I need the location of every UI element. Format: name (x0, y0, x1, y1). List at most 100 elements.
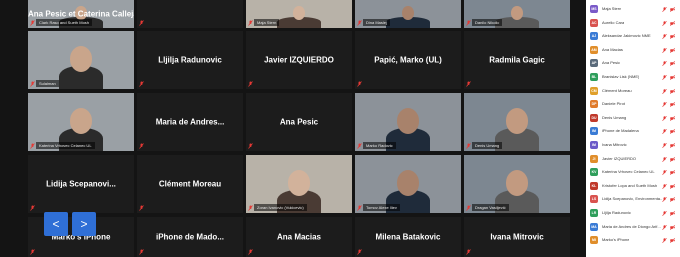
participant-name: Lidija Scepanovi... (46, 179, 116, 189)
muted-mic-icon (139, 81, 144, 87)
participant-list-item[interactable]: IM iPhone de Madalena (586, 126, 680, 137)
participant-caption: Tomov Alexe Iliev (363, 204, 400, 211)
participant-tile[interactable]: Dragan Vasiljević (464, 155, 570, 213)
participant-list-name: Maja Stern (602, 6, 622, 11)
avatar: KL (590, 181, 598, 190)
participant-list-item[interactable]: LS Lidija Scepanovic, Environmenta... (586, 194, 680, 205)
participant-tile[interactable]: Clément Moreau (137, 155, 243, 213)
muted-mic-icon (662, 7, 667, 12)
participant-list-item[interactable]: AM Ana Macias (586, 45, 680, 56)
participant-tile[interactable]: Dina Maslej (355, 0, 461, 28)
muted-mic-icon (139, 143, 144, 149)
muted-mic-icon (662, 129, 667, 135)
participant-tile[interactable]: Papić, Marko (UL) (355, 31, 461, 89)
participant-list-item[interactable]: KL Kristofer Lopa and Sueth Mosh (586, 181, 680, 192)
muted-mic-icon (139, 205, 144, 211)
muted-mic-icon (466, 81, 471, 87)
participant-list-item[interactable]: MS Maja Stern (586, 4, 680, 15)
muted-mic-icon (30, 205, 35, 211)
muted-mic-icon (662, 88, 667, 94)
participant-list-item[interactable]: AJ Aleksandar Jakimovic NME (586, 31, 680, 42)
participant-list-item[interactable]: IM Ivana Mitrovic (586, 140, 680, 151)
participant-tile[interactable]: Milena Batakovic (355, 217, 461, 257)
avatar: JI (590, 154, 598, 163)
participant-list-item[interactable]: MA Maria de Andres de Diongo Arif... (586, 222, 680, 233)
participant-tile[interactable]: Ana Pesic (246, 93, 352, 151)
muted-mic-icon (30, 249, 35, 255)
muted-mic-icon (248, 249, 253, 255)
participant-tile[interactable]: Katerina Vrhovec Celanec UL (28, 93, 134, 151)
muted-mic-icon (466, 205, 471, 211)
muted-mic-icon (30, 20, 35, 26)
video-off-icon (670, 34, 675, 40)
next-page-button[interactable]: > (72, 212, 96, 236)
prev-page-button[interactable]: < (44, 212, 68, 236)
participant-caption: Zoran Ivanovic (Vukicevic) (254, 204, 307, 211)
participant-tile[interactable]: Ana Pesic et Caterina Calleja Clark Raso … (28, 0, 134, 28)
participant-name: Ana Pesic et Caterina Calleja (28, 9, 134, 19)
muted-mic-icon (662, 115, 667, 121)
participant-list-name: Marko's iPhone (602, 237, 630, 243)
participants-panel: MS Maja Stern AC Aurelio Cara AJ Aleksandar J… (586, 0, 680, 257)
participant-list-name: Lljilja Radunovic (602, 210, 631, 215)
participant-caption: Danilo Nikolic (472, 19, 503, 26)
participant-video-feed (51, 31, 111, 89)
participant-tile[interactable]: Danilo Nikolic (464, 0, 570, 28)
participant-caption: Marko Radovic (363, 142, 396, 149)
participant-list-item[interactable]: KV Katerina Vrhovec Celanec UL (586, 167, 680, 178)
participant-tile[interactable]: iPhone de Mado... (137, 217, 243, 257)
muted-mic-icon (662, 197, 667, 203)
participant-name: Ana Pesic (279, 117, 319, 127)
participant-tile[interactable]: Tomov Alexe Iliev (355, 155, 461, 213)
video-off-icon (670, 211, 675, 216)
participant-tile[interactable]: Zoran Ivanovic (Vukicevic) (246, 155, 352, 213)
participant-tile[interactable] (137, 0, 243, 28)
video-off-icon (670, 20, 675, 26)
participant-list-item[interactable]: DP Daniele Pirot (586, 99, 680, 110)
participant-tile[interactable]: Maja Stern (246, 0, 352, 28)
participant-list-item[interactable]: MI Marko's iPhone (586, 235, 680, 246)
participant-tile[interactable]: Javier IZQUIERDO (246, 31, 352, 89)
video-off-icon (670, 143, 675, 148)
participant-list-item[interactable]: AP Ana Pesic (586, 58, 680, 69)
avatar: MI (590, 236, 598, 245)
participant-tile[interactable]: Sulaiman (28, 31, 134, 89)
participant-list-item[interactable]: CM Clément Moreau (586, 86, 680, 97)
participant-tile[interactable]: Lljilja Radunovic (137, 31, 243, 89)
video-off-icon (670, 224, 675, 230)
participant-caption: Sulaiman (36, 80, 59, 87)
participant-tile[interactable]: Ana Macias (246, 217, 352, 257)
avatar: DU (590, 113, 598, 122)
video-off-icon (670, 238, 675, 244)
muted-mic-icon (662, 170, 667, 176)
participant-name: Ivana Mitrovic (490, 232, 544, 242)
participant-tile[interactable]: Denis Umang (464, 93, 570, 151)
participant-list-name: Branislav Lisk (NME) (602, 74, 640, 79)
muted-mic-icon (662, 224, 667, 230)
video-off-icon (670, 61, 675, 67)
participant-tile[interactable]: Radmila Gagic (464, 31, 570, 89)
participant-tile[interactable]: Maria de Andres... (137, 93, 243, 151)
muted-mic-icon (466, 20, 471, 26)
muted-mic-icon (662, 47, 667, 53)
muted-mic-icon (248, 81, 253, 87)
participant-tile[interactable]: Lidija Scepanovi... (28, 155, 134, 213)
avatar: AJ (590, 32, 598, 41)
participant-list-item[interactable]: BL Branislav Lisk (NME) (586, 72, 680, 83)
participant-list-item[interactable]: LR Lljilja Radunovic (586, 208, 680, 219)
participant-tile[interactable]: Ivana Mitrovic (464, 217, 570, 257)
participant-name: Javier IZQUIERDO (264, 55, 334, 65)
participant-tile[interactable]: Marko Radovic (355, 93, 461, 151)
participant-list-item[interactable]: DU Denis Umang (586, 113, 680, 124)
muted-mic-icon (662, 34, 667, 40)
participant-list-item[interactable]: AC Aurelio Cara (586, 18, 680, 29)
participant-list-item[interactable]: JI Javier IZQUIERDO (586, 154, 680, 165)
muted-mic-icon (357, 81, 362, 87)
muted-mic-icon (662, 238, 667, 244)
video-off-icon (670, 156, 675, 162)
avatar: MA (590, 222, 598, 231)
participant-name: Ana Macias (276, 232, 322, 242)
participant-name: iPhone de Mado... (155, 232, 224, 242)
participant-list-name: Ivana Mitrovic (602, 142, 627, 147)
participant-name: Radmila Gagic (489, 55, 545, 65)
